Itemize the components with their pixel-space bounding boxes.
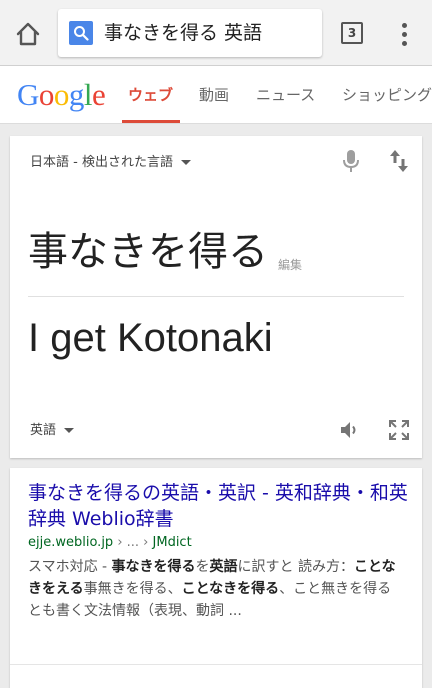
- tab-switcher-button[interactable]: 3: [341, 22, 363, 44]
- result-url-path: JMdict: [152, 535, 192, 550]
- search-icon: [69, 21, 93, 45]
- speaker-icon[interactable]: [338, 418, 362, 442]
- result-url-domain: ejje.weblio.jp: [28, 535, 114, 550]
- result-title-link[interactable]: 事なきを得るの英語・英訳 - 英和辞典・和英辞典 Weblio辞書: [28, 480, 408, 532]
- source-text: 事なきを得る: [28, 229, 268, 275]
- result-divider: [10, 664, 422, 665]
- google-logo[interactable]: Google: [17, 78, 106, 112]
- target-language-select[interactable]: 英語: [30, 422, 75, 440]
- translate-card: 日本語 - 検出された言語 事なきを得る 編集 I get Kotonaki 英…: [10, 136, 422, 458]
- result-snippet: スマホ対応 - 事なきを得るを英語に訳すと 読み方：ことなきをえる事無きを得る、…: [28, 559, 396, 619]
- chevron-down-icon: [64, 428, 75, 433]
- overflow-menu-icon[interactable]: [394, 18, 414, 50]
- browser-toolbar: 事なきを得る 英語 3: [0, 0, 432, 66]
- swap-languages-icon[interactable]: [387, 148, 411, 174]
- fullscreen-icon[interactable]: [387, 418, 411, 442]
- translated-text: I get Kotonaki: [28, 316, 273, 360]
- home-icon: [16, 22, 40, 46]
- omnibox[interactable]: 事なきを得る 英語: [58, 9, 322, 57]
- search-result-card: 事なきを得るの英語・英訳 - 英和辞典・和英辞典 Weblio辞書 ejje.w…: [10, 468, 422, 688]
- result-url-separator: › ... ›: [113, 535, 153, 550]
- tab-web[interactable]: ウェブ: [128, 84, 173, 106]
- tab-news[interactable]: ニュース: [256, 84, 315, 106]
- chevron-down-icon: [180, 160, 191, 165]
- source-language-select[interactable]: 日本語 - 検出された言語: [30, 154, 191, 172]
- tab-shopping[interactable]: ショッピング: [342, 84, 432, 106]
- result-url[interactable]: ejje.weblio.jp › ... › JMdict: [28, 534, 192, 552]
- active-tab-indicator: [122, 120, 180, 123]
- google-header: Google ウェブ 動画 ニュース ショッピング: [0, 66, 432, 124]
- target-language-label: 英語: [30, 423, 57, 438]
- home-button[interactable]: [12, 18, 44, 50]
- microphone-icon[interactable]: [340, 148, 362, 174]
- edit-link[interactable]: 編集: [278, 256, 302, 273]
- tab-videos[interactable]: 動画: [199, 84, 229, 106]
- translate-divider: [28, 296, 404, 297]
- source-language-label: 日本語 - 検出された言語: [30, 155, 173, 170]
- omnibox-query: 事なきを得る 英語: [104, 22, 263, 44]
